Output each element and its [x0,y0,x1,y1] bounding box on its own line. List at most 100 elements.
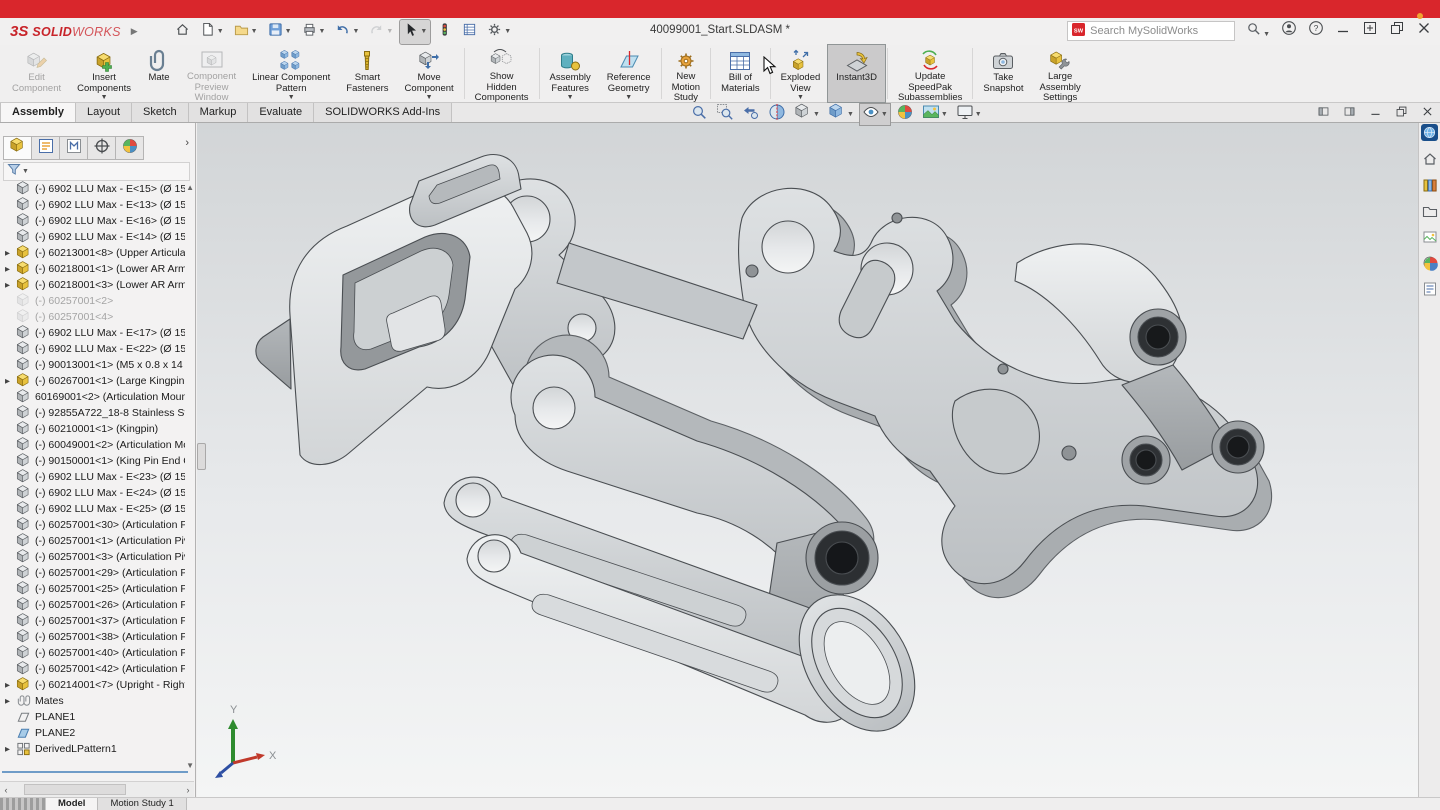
dropdown-caret-icon[interactable]: ▼ [426,94,433,101]
tree-item[interactable]: ▶(-) 60214001<7> (Upright - Right - RX [0,677,185,693]
win-restore-button[interactable] [1395,105,1408,123]
tree-item[interactable]: (-) 6902 LLU Max - E<23> (Ø 15 x Ø 2 [0,469,185,485]
hide-show-items-button[interactable]: ▼ [860,104,890,125]
win-close-button[interactable] [1421,105,1434,123]
graphics-viewport[interactable]: Y X [197,123,1418,797]
tree-item[interactable]: ▶(-) 60218001<3> (Lower AR Arm Link [0,277,185,293]
linear-component-pattern-button[interactable]: Linear Component Pattern▼ [244,45,338,102]
dropdown-caret-icon[interactable]: ▼ [251,28,258,35]
dropdown-caret-icon[interactable]: ▼ [288,94,295,101]
large-assembly-settings-button[interactable]: Large Assembly Settings [1032,45,1089,102]
login-icon[interactable] [1281,20,1297,41]
tab-markup[interactable]: Markup [189,103,249,122]
restore-button[interactable] [1389,20,1405,41]
dropdown-caret-icon[interactable]: ▼ [352,28,359,35]
show-hidden-components-button[interactable]: Show Hidden Components [467,45,537,102]
tree-item[interactable]: ▶Mates [0,693,185,709]
tab-assembly[interactable]: Assembly [0,103,76,122]
update-speedpak-subassemblies-button[interactable]: Update SpeedPak Subassemblies [890,45,970,102]
tree-item[interactable]: (-) 60257001<30> (Articulation Pivot) [0,517,185,533]
dropdown-caret-icon[interactable]: ▼ [975,111,982,118]
expander-icon[interactable]: ▶ [5,681,16,689]
win-min-button[interactable] [1369,105,1382,123]
tree-item[interactable]: (-) 60257001<1> (Articulation Pivot) [0,533,185,549]
tree-item[interactable]: (-) 6902 LLU Max - E<17> (Ø 15 x Ø 2 [0,325,185,341]
tree-item[interactable]: (-) 60257001<4> [0,309,185,325]
dropdown-caret-icon[interactable]: ▼ [567,94,574,101]
tree-item[interactable]: (-) 60257001<26> (Articulation Pivot) [0,597,185,613]
taskpane-appearances-button[interactable] [1421,256,1439,274]
panel-tab-dimxpert[interactable] [87,136,116,160]
dropdown-caret-icon[interactable]: ▼ [101,94,108,101]
tree-item[interactable]: (-) 60257001<2> [0,293,185,309]
instant3d-button[interactable]: Instant3D [828,45,885,102]
assembly-features-button[interactable]: Assembly Features▼ [542,45,599,102]
tree-item[interactable]: PLANE1 [0,709,185,725]
dropdown-caret-icon[interactable]: ▼ [319,28,326,35]
smart-fasteners-button[interactable]: Smart Fasteners [338,45,396,102]
view-orientation-button[interactable]: ▼ [792,104,822,125]
mate-button[interactable]: Mate [139,45,179,102]
tree-item[interactable]: (-) 60257001<25> (Articulation Pivot) [0,581,185,597]
feature-statistics-button[interactable] [459,20,480,44]
apply-scene-button[interactable]: ▼ [920,104,950,125]
tab-layout[interactable]: Layout [76,103,132,122]
tree-item[interactable]: 60169001<2> (Articulation Mount - F [0,389,185,405]
expander-icon[interactable]: ▶ [5,697,16,705]
zoom-to-fit-button[interactable] [688,104,710,125]
edit-appearance-button[interactable] [894,104,916,125]
home-button[interactable] [172,20,193,44]
tree-item[interactable]: (-) 60049001<2> (Articulation Mount [0,437,185,453]
tree-item[interactable]: (-) 90013001<1> (M5 x 0.8 x 14 FHCS) [0,357,185,373]
taskpane-custom-properties-button[interactable] [1421,282,1439,300]
options-button[interactable]: ▼ [484,20,514,44]
undo-button[interactable]: ▼ [332,20,362,44]
filter-funnel-icon[interactable] [7,162,21,181]
dropdown-caret-icon[interactable]: ▼ [625,94,632,101]
tree-item[interactable]: (-) 60257001<38> (Articulation Pivot) [0,629,185,645]
tree-item[interactable]: ▶(-) 60213001<8> (Upper Articulation - [0,245,185,261]
panel-tab-properties[interactable] [31,136,60,160]
tree-item[interactable]: (-) 6902 LLU Max - E<24> (Ø 15 x Ø 2 [0,485,185,501]
print-button[interactable]: ▼ [299,20,329,44]
tree-item[interactable]: (-) 6902 LLU Max - E<13> (Ø 15 x Ø 2 [0,197,185,213]
logo-flyout-arrow[interactable]: ▶ [131,26,138,37]
new-motion-study-button[interactable]: New Motion Study [664,45,709,102]
dropdown-caret-icon[interactable]: ▼ [847,111,854,118]
tree-item[interactable]: (-) 60257001<3> (Articulation Pivot) [0,549,185,565]
tab-motion-study-1[interactable]: Motion Study 1 [98,798,186,810]
expander-icon[interactable]: ▶ [5,281,16,289]
search-icon[interactable]: ▼ [1246,21,1270,41]
tree-item[interactable]: (-) 60257001<40> (Articulation Pivot) [0,645,185,661]
tree-item[interactable]: ▶(-) 60267001<1> (Large Kingpin Spac [0,373,185,389]
tree-item[interactable]: ▶(-) 60218001<1> (Lower AR Arm Link [0,261,185,277]
section-view-button[interactable] [766,104,788,125]
tab-evaluate[interactable]: Evaluate [248,103,314,122]
tree-item[interactable]: (-) 92855A722_18-8 Stainless Steel Lo [0,405,185,421]
new-document-button[interactable]: ▼ [197,20,227,44]
search-input[interactable]: SW Search MySolidWorks [1067,21,1235,41]
expander-icon[interactable]: ▶ [5,377,16,385]
bill-of-materials-button[interactable]: Bill of Materials [713,45,768,102]
taskpane-home-button[interactable] [1421,152,1439,170]
taskpane-design-library-button[interactable] [1421,178,1439,196]
tree-item[interactable]: (-) 60210001<1> (Kingpin) [0,421,185,437]
dropdown-caret-icon[interactable]: ▼ [386,28,393,35]
pane-left-button[interactable] [1317,105,1330,123]
close-button[interactable] [1416,20,1432,41]
panel-splitter-handle[interactable] [197,443,206,470]
dropdown-caret-icon[interactable]: ▼ [504,28,511,35]
dropdown-caret-icon[interactable]: ▼ [217,28,224,35]
expander-icon[interactable]: ▶ [5,265,16,273]
tree-item[interactable]: (-) 60257001<37> (Articulation Pivot) [0,613,185,629]
tree-filter-field[interactable]: ▼ [3,162,190,181]
select-button[interactable]: ▼ [400,20,430,44]
tree-item[interactable]: (-) 90150001<1> (King Pin End Cap) [0,453,185,469]
tree-item[interactable]: (-) 6902 LLU Max - E<15> (Ø 15 x Ø 2 [0,181,185,197]
tab-model[interactable]: Model [46,798,98,810]
panel-expand-arrow[interactable]: › [185,137,189,149]
panel-tab-configurations[interactable] [59,136,88,160]
pane-right-button[interactable] [1343,105,1356,123]
expander-icon[interactable]: ▶ [5,745,16,753]
taskpane-view-palette-button[interactable] [1421,230,1439,248]
